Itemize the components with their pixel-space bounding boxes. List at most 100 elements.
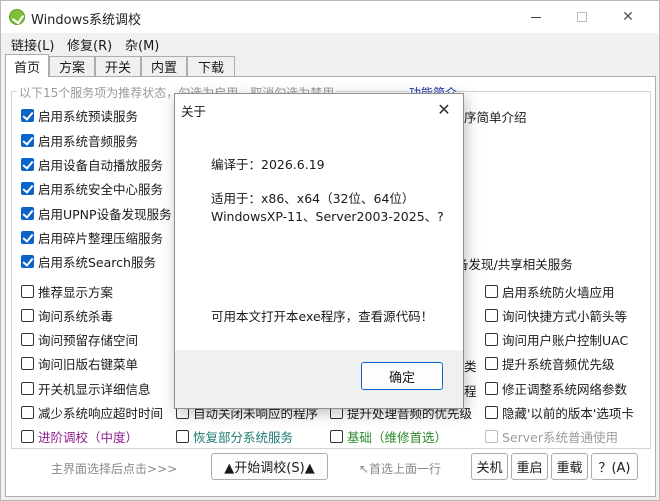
check-legacy-context-menu[interactable]: 询问旧版右键菜单 [21, 354, 138, 372]
tab-builtin[interactable]: 内置 [141, 56, 187, 76]
tab-switch[interactable]: 开关 [95, 56, 141, 76]
check-search-service[interactable]: 启用系统Search服务 [21, 252, 156, 270]
checkbox-label: 询问系统杀毒 [38, 308, 114, 324]
checkbox-label: 恢复部分系统服务 [193, 429, 294, 445]
close-icon: ✕ [437, 99, 451, 119]
partial-text-1: 类 [464, 359, 477, 374]
about-dialog: 关于 ✕ 编译于：2026.6.19 适用于：x86、x64（32位、64位） … [174, 93, 464, 409]
check-audio-priority-boost[interactable]: 提升系统音频优先级 [485, 354, 615, 372]
checkbox-unchecked [21, 381, 34, 395]
checkbox-checked [21, 181, 34, 195]
checkbox-unchecked [21, 429, 34, 443]
checkbox-unchecked [21, 284, 34, 298]
check-firewall[interactable]: 启用系统防火墙应用 [485, 282, 615, 300]
start-tuning-button[interactable]: ▲开始调校(S)▲ [211, 453, 328, 480]
supported-systems-text: WindowsXP-11、Server2003-2025、? [211, 209, 444, 224]
partial-intro-text: 序简单介绍 [464, 110, 527, 125]
dialog-close-button[interactable]: ✕ [433, 98, 455, 120]
checkbox-checked [21, 254, 34, 268]
checkbox-unchecked [485, 381, 498, 395]
check-basic-repair[interactable]: 基础（维修首选） [330, 427, 447, 445]
check-server-normal-use: Server系统普通使用 [485, 427, 618, 445]
dialog-body: 编译于：2026.6.19 适用于：x86、x64（32位、64位） Windo… [175, 124, 463, 350]
minimize-icon [531, 16, 541, 18]
ok-button[interactable]: 确定 [361, 362, 443, 390]
compile-date-text: 编译于：2026.6.19 [211, 157, 325, 172]
checkbox-unchecked [176, 429, 189, 443]
checkbox-label: 开关机显示详细信息 [38, 381, 151, 397]
maximize-icon [577, 12, 587, 22]
tab-download[interactable]: 下载 [187, 56, 235, 76]
shutdown-button[interactable]: 关机 [471, 453, 508, 480]
checkbox-checked [21, 206, 34, 220]
check-autoplay-service[interactable]: 启用设备自动播放服务 [21, 155, 163, 173]
start-hint-text: 主界面选择后点击>>> [51, 462, 178, 476]
menu-misc[interactable]: 杂(M) [125, 35, 159, 54]
close-icon: ✕ [622, 9, 634, 25]
checkbox-label: 提升系统音频优先级 [502, 356, 615, 372]
checkbox-unchecked [21, 308, 34, 322]
checkbox-label: Server系统普通使用 [502, 429, 618, 445]
checkbox-unchecked [21, 405, 34, 419]
checkbox-unchecked [21, 356, 34, 370]
check-shortcut-arrow[interactable]: 询问快捷方式小箭头等 [485, 306, 627, 324]
check-prefetch-service[interactable]: 启用系统预读服务 [21, 106, 138, 124]
close-button[interactable]: ✕ [605, 1, 651, 33]
check-antivirus[interactable]: 询问系统杀毒 [21, 306, 113, 324]
checkbox-label: 隐藏'以前的版本'选项卡 [502, 405, 634, 421]
check-audio-service[interactable]: 启用系统音频服务 [21, 131, 138, 149]
checkbox-label: 询问旧版右键菜单 [38, 356, 139, 372]
checkbox-label: 询问用户账户控制UAC [502, 332, 629, 348]
checkbox-checked [21, 133, 34, 147]
window-title: Windows系统调校 [31, 13, 142, 28]
checkbox-label: 减少系统响应超时时间 [38, 405, 164, 421]
reload-button[interactable]: 重载 [551, 453, 588, 480]
checkbox-checked [21, 108, 34, 122]
check-uac[interactable]: 询问用户账户控制UAC [485, 330, 628, 348]
checkbox-label: 基础（维修首选） [347, 429, 448, 445]
check-restore-services[interactable]: 恢复部分系统服务 [176, 427, 293, 445]
dialog-title-bar: 关于 ✕ [175, 94, 463, 124]
tab-home[interactable]: 首页 [5, 54, 49, 77]
partial-discovery-text: 备发现/共享相关服务 [456, 257, 573, 272]
menu-links[interactable]: 链接(L) [11, 35, 54, 54]
check-upnp-service[interactable]: 启用UPNP设备发现服务 [21, 204, 172, 222]
check-verbose-status[interactable]: 开关机显示详细信息 [21, 379, 151, 397]
checkbox-label: 启用碎片整理压缩服务 [38, 230, 164, 246]
help-button[interactable]: ？(A) [591, 453, 638, 480]
checkbox-unchecked [485, 332, 498, 346]
check-reduce-timeout[interactable]: 减少系统响应超时时间 [21, 403, 163, 421]
menu-bar: 链接(L) 修复(R) 杂(M) [1, 33, 659, 54]
checkbox-unchecked [485, 356, 498, 370]
restart-button[interactable]: 重启 [511, 453, 548, 480]
check-display-scheme[interactable]: 推荐显示方案 [21, 282, 113, 300]
checkbox-checked [21, 230, 34, 244]
main-window: Windows系统调校 ✕ 链接(L) 修复(R) 杂(M) 首页 方案 开关 … [0, 0, 660, 501]
checkbox-unchecked [485, 405, 498, 419]
checkbox-checked [21, 157, 34, 171]
checkbox-unchecked [485, 284, 498, 298]
checkbox-label: 询问预留存储空间 [38, 332, 139, 348]
minimize-button[interactable] [513, 1, 559, 33]
check-hide-previous-versions[interactable]: 隐藏'以前的版本'选项卡 [485, 403, 634, 421]
checkbox-unchecked [485, 308, 498, 322]
tab-plan[interactable]: 方案 [49, 56, 95, 76]
checkbox-label: 启用系统预读服务 [38, 108, 139, 124]
checkbox-label: 启用系统安全中心服务 [38, 181, 164, 197]
check-network-params[interactable]: 修正调整系统网络参数 [485, 379, 627, 397]
checkbox-label: 修正调整系统网络参数 [502, 381, 628, 397]
partial-text-2: 程 [464, 384, 477, 399]
source-code-note: 可用本文打开本exe程序，查看源代码！ [211, 309, 434, 324]
title-bar: Windows系统调校 ✕ [1, 1, 659, 33]
check-advanced-tuning[interactable]: 进阶调校（中度） [21, 427, 138, 445]
check-reserved-storage[interactable]: 询问预留存储空间 [21, 330, 138, 348]
checkbox-label: 启用系统Search服务 [38, 254, 156, 270]
check-security-center-service[interactable]: 启用系统安全中心服务 [21, 179, 163, 197]
checkbox-label: 启用UPNP设备发现服务 [38, 206, 172, 222]
checkbox-label: 询问快捷方式小箭头等 [502, 308, 628, 324]
menu-repair[interactable]: 修复(R) [67, 35, 112, 54]
checkbox-label: 推荐显示方案 [38, 284, 114, 300]
check-defrag-service[interactable]: 启用碎片整理压缩服务 [21, 228, 163, 246]
checkbox-label: 启用设备自动播放服务 [38, 157, 164, 173]
checkbox-label: 启用系统音频服务 [38, 133, 139, 149]
